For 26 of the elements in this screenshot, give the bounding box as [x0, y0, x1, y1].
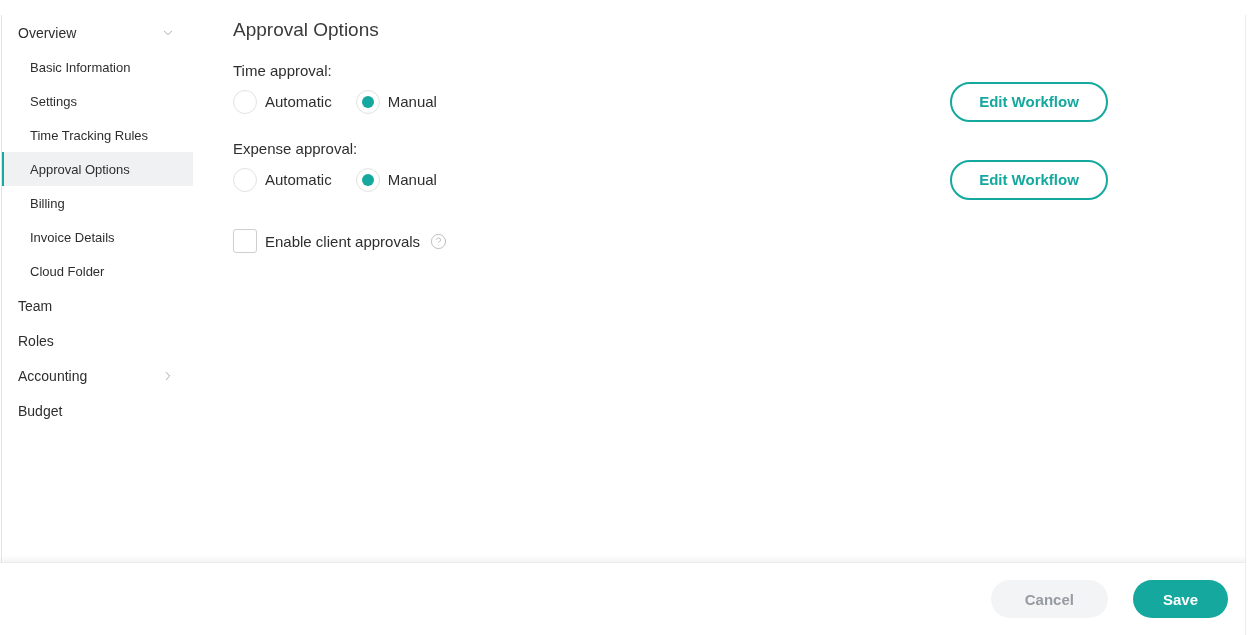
section-label: Expense approval:	[233, 139, 359, 159]
checkbox-label: Enable client approvals	[265, 232, 421, 250]
help-icon[interactable]	[430, 232, 448, 250]
sidebar-item[interactable]: Invoice Details	[2, 220, 193, 254]
radio-label: Manual	[387, 171, 437, 188]
sidebar-item[interactable]: Basic Information	[2, 50, 193, 84]
section-label: Time approval:	[233, 61, 333, 81]
radio-button[interactable]	[233, 167, 257, 192]
radio-label: Automatic	[265, 93, 332, 110]
radio-button[interactable]	[233, 89, 257, 114]
radio-label: Automatic	[265, 171, 332, 188]
radio-label: Manual	[387, 93, 437, 110]
sidebar-item[interactable]: Team	[2, 288, 193, 323]
sidebar-item[interactable]: Roles	[2, 323, 193, 358]
sidebar-item[interactable]: Accounting	[2, 358, 193, 393]
radio-button[interactable]	[355, 89, 380, 114]
checkbox[interactable]	[233, 229, 257, 253]
radio-button[interactable]	[355, 167, 380, 192]
sidebar-item[interactable]: Approval Options	[2, 152, 193, 186]
sidebar-item[interactable]: Cloud Folder	[2, 254, 193, 288]
sidebar-item[interactable]: Budget	[2, 393, 193, 428]
sidebar-item[interactable]: Time Tracking Rules	[2, 118, 193, 152]
sidebar-item[interactable]: Billing	[2, 186, 193, 220]
sidebar-item[interactable]: Overview	[2, 15, 193, 50]
sidebar-item[interactable]: Settings	[2, 84, 193, 118]
page-title: Approval Options	[233, 18, 380, 42]
